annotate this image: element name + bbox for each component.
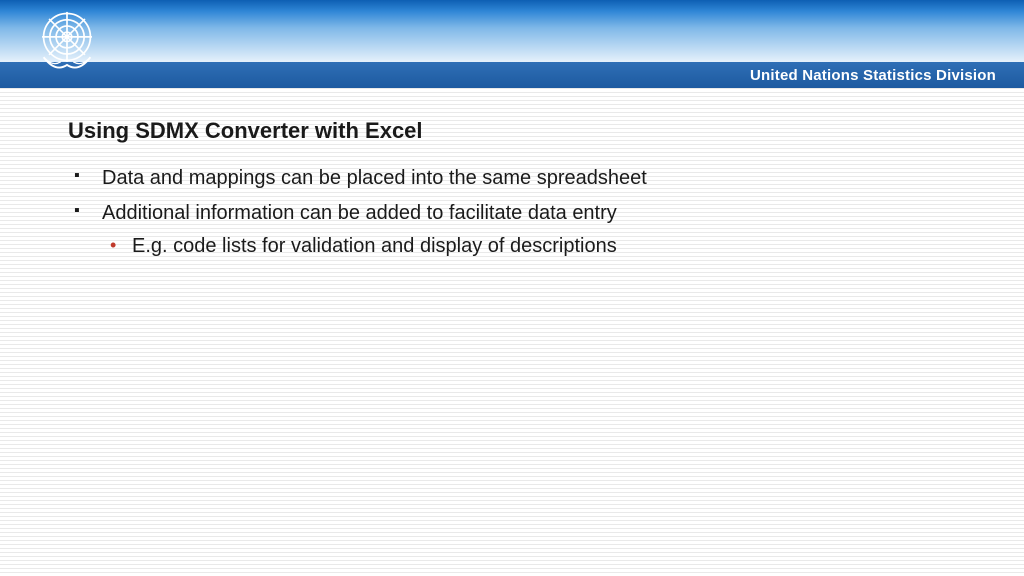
org-name: United Nations Statistics Division [750,67,996,84]
header-title-bar: United Nations Statistics Division [0,62,1024,88]
slide-title: Using SDMX Converter with Excel [68,118,984,144]
slide: United Nations Statistics Division [0,0,1024,576]
slide-header: United Nations Statistics Division [0,0,1024,88]
sub-bullet-text: E.g. code lists for validation and displ… [132,235,617,257]
sub-bullet-list: E.g. code lists for validation and displ… [102,232,984,261]
bullet-text: Data and mappings can be placed into the… [102,167,647,189]
sub-bullet-item: E.g. code lists for validation and displ… [102,232,984,261]
bullet-text: Additional information can be added to f… [102,202,617,224]
bullet-item: Additional information can be added to f… [68,199,984,261]
header-gradient [0,0,1024,63]
slide-content: Using SDMX Converter with Excel Data and… [68,118,984,267]
un-emblem-icon [28,4,106,76]
bullet-list: Data and mappings can be placed into the… [68,164,984,261]
bullet-item: Data and mappings can be placed into the… [68,164,984,193]
